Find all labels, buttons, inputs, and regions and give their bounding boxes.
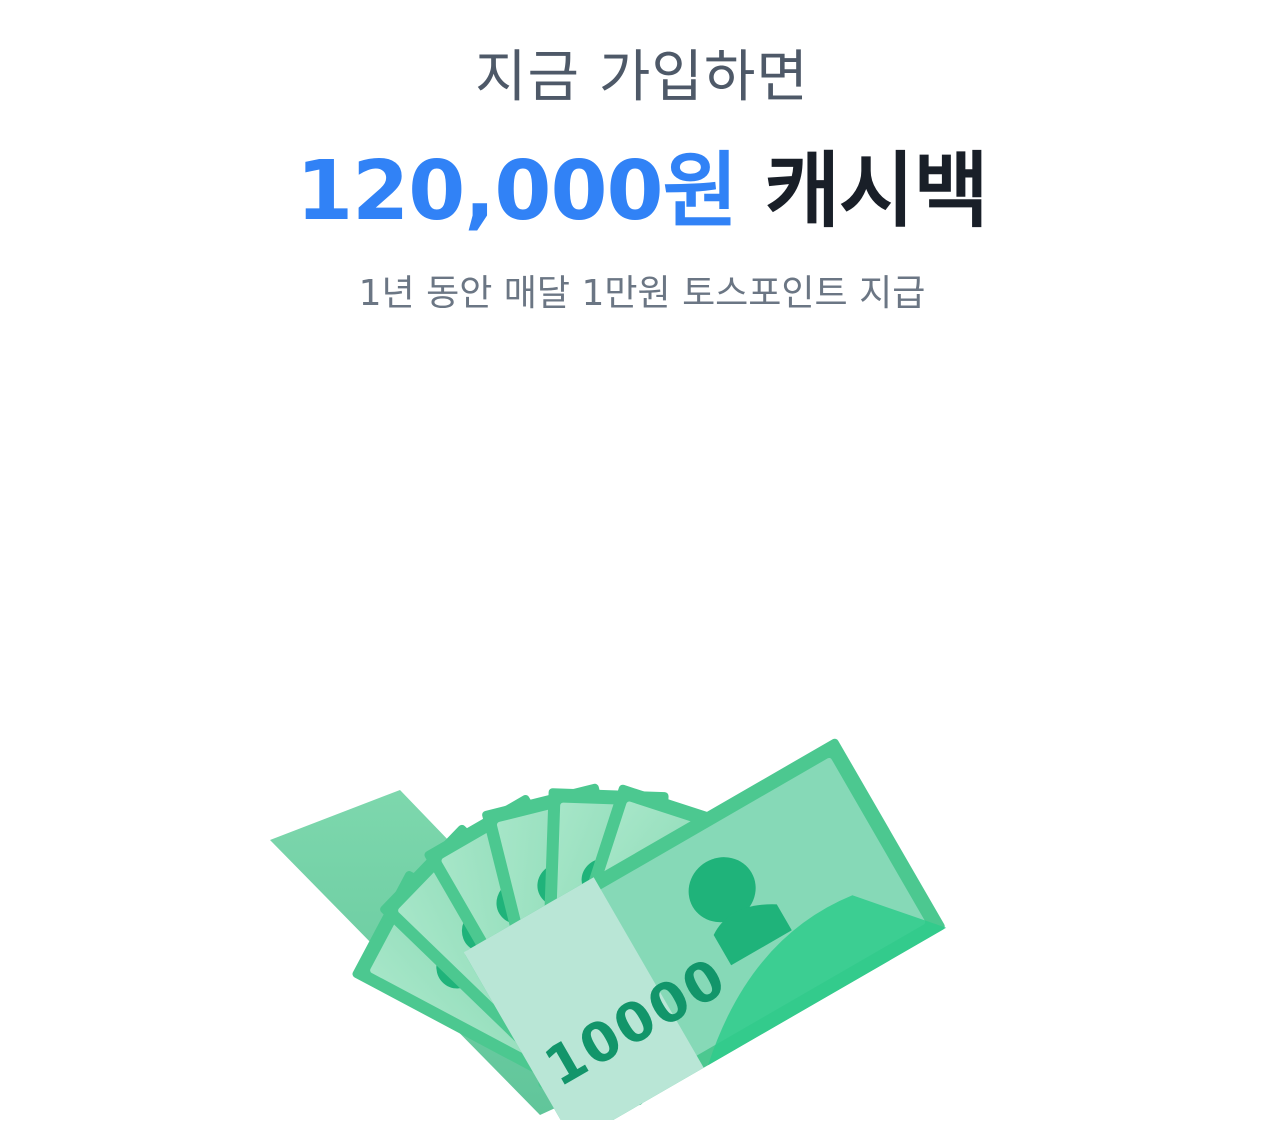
promo-subtext: 1년 동안 매달 1만원 토스포인트 지급 — [358, 273, 926, 314]
cashback-amount: 120,000원 — [296, 144, 738, 239]
banknote-fan-illustration: 10000 — [270, 738, 947, 1120]
promo-headline: 지금 가입하면 — [475, 45, 809, 110]
cashback-label: 캐시백 — [764, 144, 989, 239]
cashback-title: 120,000원 캐시백 — [0, 144, 1284, 240]
